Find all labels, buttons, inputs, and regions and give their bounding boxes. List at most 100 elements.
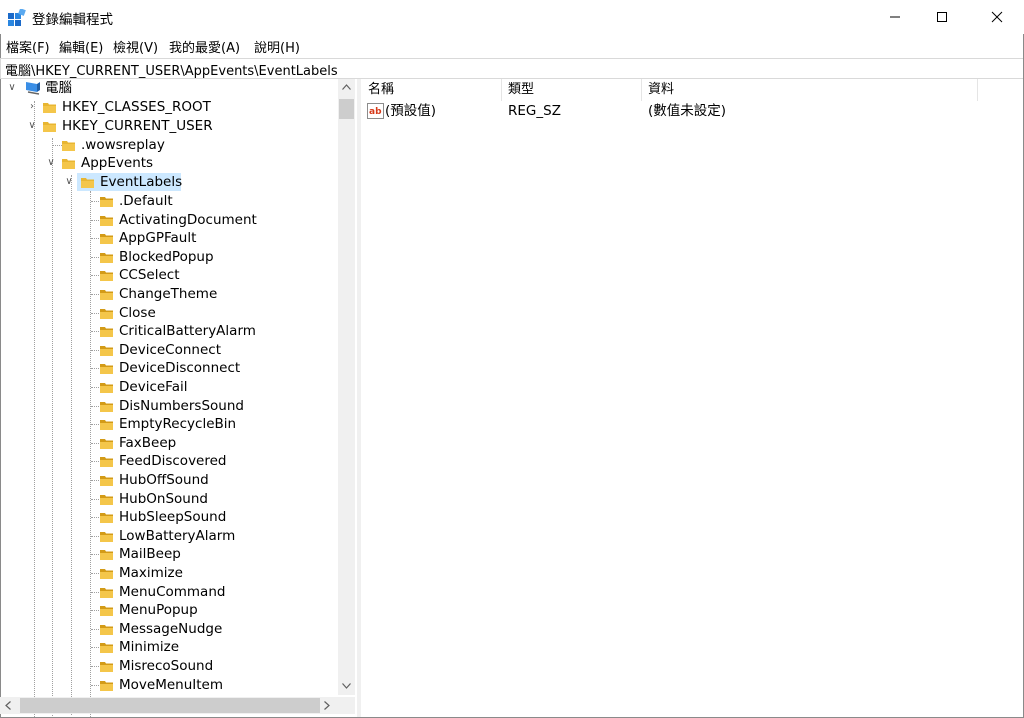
tree-label: Close [119,305,156,321]
scroll-up-icon[interactable] [342,84,351,90]
tree-guide-line [90,191,91,717]
tree-label: MenuCommand [119,584,226,600]
folder-icon [100,346,113,356]
tree-label: Minimize [119,639,179,655]
tree-guide-line [91,294,99,295]
folder-icon [43,122,56,132]
folder-icon [100,569,113,579]
folder-icon [100,420,113,430]
tree-label: HubSleepSound [119,509,227,525]
tree-label: LowBatteryAlarm [119,528,236,544]
tree-guide-line [91,238,99,239]
horizontal-scroll-thumb[interactable] [20,698,320,713]
minimize-button[interactable] [871,0,919,34]
column-header-name[interactable]: 名稱 [362,79,502,101]
column-header-data[interactable]: 資料 [642,79,978,101]
tree-guide-line [52,145,62,146]
tree-guide-line [91,592,99,593]
value-name: (預設值) [385,103,437,119]
folder-icon [100,216,113,226]
tree-guide-line [91,629,99,630]
folder-icon [100,625,113,635]
vertical-scroll-thumb[interactable] [339,99,354,119]
folder-icon [100,253,113,263]
scroll-right-icon[interactable] [324,701,330,710]
menu-favorites[interactable]: 我的最愛(A) [169,37,240,56]
svg-text:ab: ab [369,107,382,117]
folder-icon [100,327,113,337]
tree-label: AppEvents [81,155,154,171]
folder-icon [100,439,113,449]
tree-label: MailBeep [119,546,181,562]
folder-icon [100,197,113,207]
tree-guide-line [91,517,99,518]
computer-icon [26,82,40,95]
folder-icon [43,103,56,113]
maximize-icon [937,12,947,22]
window-title: 登錄編輯程式 [32,12,113,28]
tree-guide-line [91,275,99,276]
tree-guide-line [91,368,99,369]
tree-label: CriticalBatteryAlarm [119,323,256,339]
tree-guide-line [91,406,99,407]
tree-guide-line [91,666,99,667]
folder-icon [100,588,113,598]
menu-bar: 檔案(F) 編輯(E) 檢視(V) 我的最愛(A) 說明(H) [0,35,1024,57]
tree-guide-line [91,480,99,481]
tree-guide-line [91,610,99,611]
tree-label: 電腦 [45,80,72,96]
tree-label: DeviceConnect [119,342,221,358]
menu-edit[interactable]: 編輯(E) [59,37,103,56]
folder-icon [100,550,113,560]
tree-label: BlockedPopup [119,249,214,265]
tree-label: ActivatingDocument [119,212,257,228]
folder-icon [100,476,113,486]
tree-guide-line [91,331,99,332]
folder-icon [100,495,113,505]
tree-guide-line [91,536,99,537]
chevron-right-icon[interactable]: › [26,98,38,116]
registry-editor-icon [8,9,26,26]
address-bar[interactable]: 電腦\HKEY_CURRENT_USER\AppEvents\EventLabe… [0,58,1023,79]
address-path[interactable]: 電腦\HKEY_CURRENT_USER\AppEvents\EventLabe… [5,60,338,79]
maximize-button[interactable] [918,0,966,34]
column-header-type[interactable]: 類型 [502,79,642,101]
chevron-down-icon[interactable]: ∨ [6,79,18,97]
chevron-down-icon[interactable]: ∨ [63,173,75,191]
menu-file[interactable]: 檔案(F) [6,37,50,56]
menu-view[interactable]: 檢視(V) [113,37,158,56]
pane-splitter[interactable] [357,79,361,717]
value-row[interactable]: ab (預設值) REG_SZ (數值未設定) [362,101,1022,121]
tree-guide-line [91,387,99,388]
menu-help[interactable]: 說明(H) [254,37,300,56]
tree-label: MoveMenuItem [119,677,223,693]
tree-vertical-scrollbar[interactable] [338,79,355,695]
tree-pane[interactable]: ∨ 電腦 › HKEY_CLASSES_ROOT ∨ HKEY_CURRENT_… [0,79,357,717]
folder-icon [100,532,113,542]
tree-label: AppGPFault [119,230,197,246]
tree-guide-line [91,499,99,500]
folder-icon [100,383,113,393]
value-type: REG_SZ [508,103,561,119]
tree-horizontal-scrollbar[interactable] [0,697,338,714]
scroll-down-icon[interactable] [342,683,351,689]
tree-label: .wowsreplay [81,137,165,153]
chevron-down-icon[interactable]: ∨ [26,117,38,135]
tree-label: FaxBeep [119,435,177,451]
title-bar[interactable]: 登錄編輯程式 [0,0,1024,34]
folder-icon [100,271,113,281]
folder-icon [62,159,75,169]
folder-icon [100,606,113,616]
values-list-pane[interactable]: 名稱 類型 資料 ab (預設值) REG_SZ (數值未設定) [362,79,1022,717]
tree-guide-line [91,443,99,444]
scroll-left-icon[interactable] [5,701,11,710]
tree-label: HKEY_CLASSES_ROOT [62,99,211,115]
scrollbar-corner [338,697,355,714]
close-button[interactable] [973,0,1021,34]
chevron-down-icon[interactable]: ∨ [45,154,57,172]
tree-label: HubOffSound [119,472,209,488]
tree-guide-line [91,201,99,202]
tree-guide-line [34,101,35,717]
folder-icon [100,643,113,653]
tree-label: HKEY_CURRENT_USER [62,118,213,134]
